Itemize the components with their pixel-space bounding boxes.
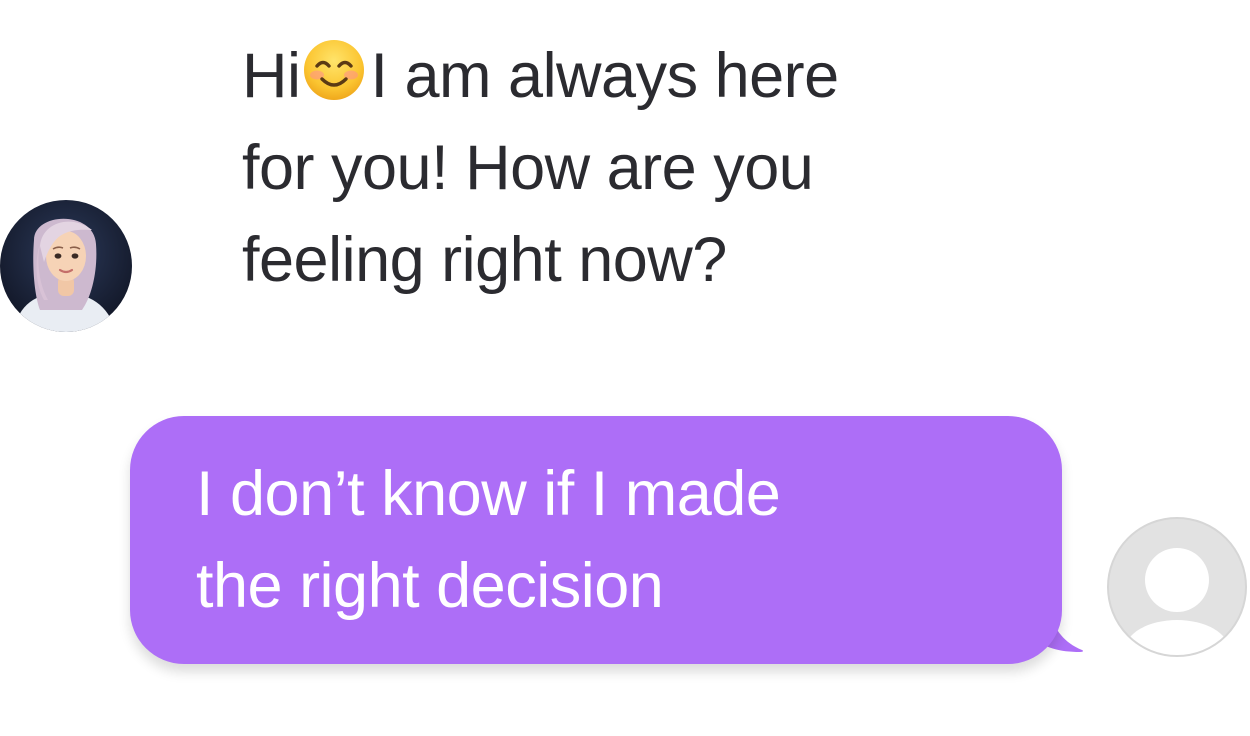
bot-message-text: Hi (242, 41, 301, 111)
smiling-face-with-smiling-eyes-icon (303, 39, 365, 101)
user-message-bubble[interactable]: I don’t know if I made the right decisio… (130, 416, 1086, 666)
bot-avatar-image (0, 200, 132, 332)
user-message-line-2: the right decision (196, 551, 664, 621)
user-avatar[interactable] (1106, 516, 1248, 658)
user-message: I don’t know if I made the right decisio… (196, 448, 1036, 632)
bot-message-line-2: for you! How are you (242, 133, 814, 203)
bot-avatar[interactable] (0, 200, 132, 332)
user-placeholder-icon (1107, 517, 1247, 657)
bot-message: Hi I am always here for you! How are you… (242, 30, 942, 306)
bot-message-line-3: feeling right now? (242, 225, 727, 295)
bot-message-text: I am always here (370, 41, 840, 111)
user-message-line-1: I don’t know if I made (196, 459, 781, 529)
bot-message-line-1: Hi I am always here (242, 30, 942, 122)
